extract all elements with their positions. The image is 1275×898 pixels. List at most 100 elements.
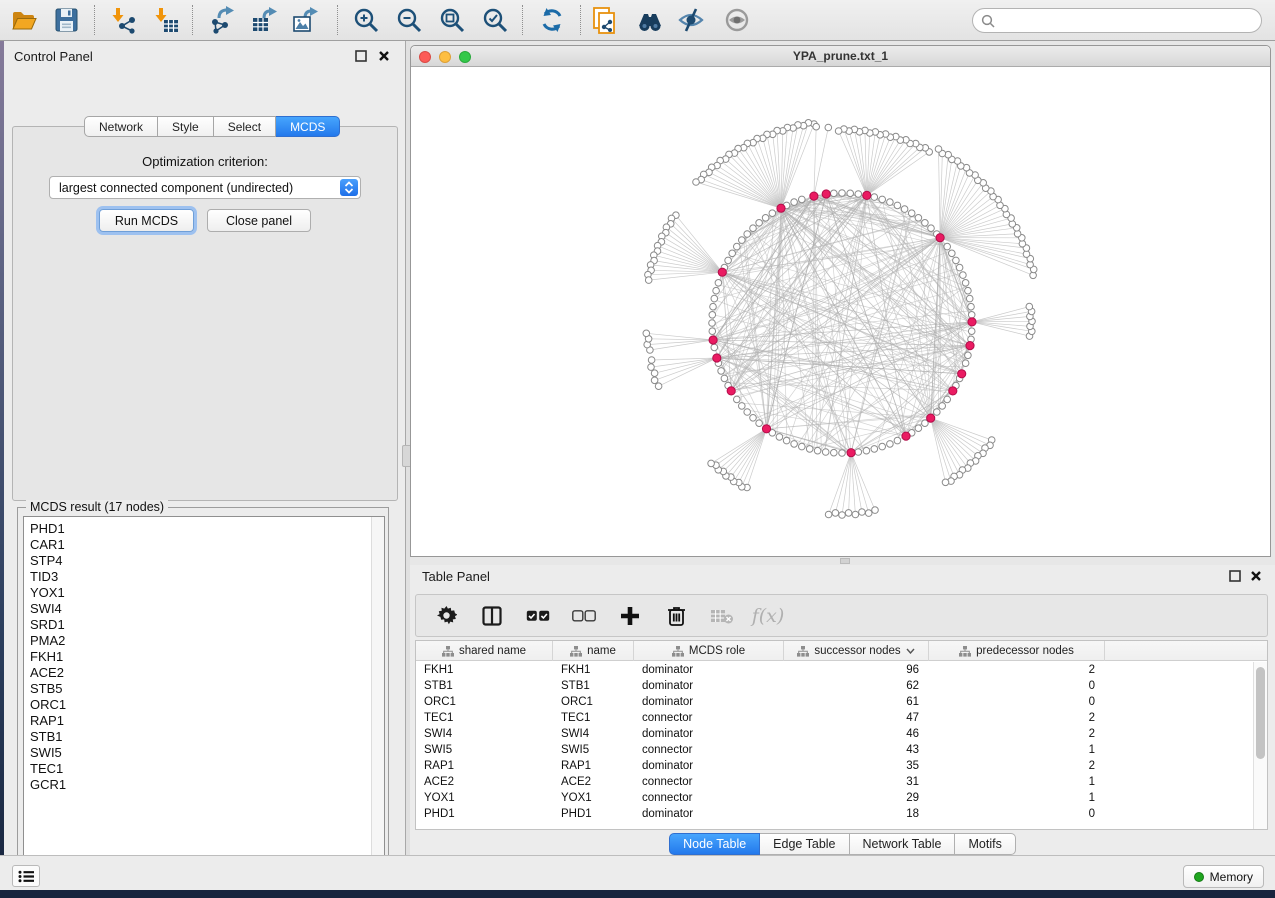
graph-node[interactable] (901, 206, 908, 213)
float-panel-icon[interactable] (1228, 569, 1242, 583)
export-network-icon[interactable] (207, 6, 235, 34)
graph-node[interactable] (776, 434, 783, 441)
table-cell[interactable]: dominator (642, 678, 782, 694)
graph-node[interactable] (710, 303, 717, 310)
table-settings-gear-icon[interactable] (434, 604, 458, 628)
graph-node[interactable] (709, 328, 716, 335)
table-cell[interactable]: 96 (784, 662, 919, 678)
graph-node[interactable] (944, 243, 951, 250)
graph-node[interactable] (806, 446, 813, 453)
graph-mcds-hub-node[interactable] (902, 432, 910, 440)
graph-node[interactable] (915, 215, 922, 222)
graph-node[interactable] (715, 280, 722, 287)
graph-node[interactable] (915, 425, 922, 432)
graph-mcds-hub-node[interactable] (936, 234, 944, 242)
horizontal-splitter[interactable] (410, 557, 1275, 565)
table-cell[interactable]: connector (642, 710, 782, 726)
graph-mcds-hub-node[interactable] (863, 191, 871, 199)
table-cell[interactable]: ORC1 (424, 694, 551, 710)
graph-node[interactable] (944, 396, 951, 403)
table-cell[interactable]: ACE2 (561, 774, 632, 790)
graph-node[interactable] (814, 447, 821, 454)
graph-node[interactable] (831, 190, 838, 197)
graph-leaf-node[interactable] (859, 509, 866, 516)
graph-leaf-node[interactable] (825, 511, 832, 518)
graph-node[interactable] (750, 225, 757, 232)
save-icon[interactable] (52, 6, 80, 34)
hide-selected-eye-slash-icon[interactable] (677, 6, 705, 34)
column-header-successor-nodes[interactable]: successor nodes (784, 641, 929, 661)
graph-leaf-node[interactable] (872, 507, 879, 514)
mcds-result-item[interactable]: PHD1 (30, 521, 66, 537)
graph-leaf-node[interactable] (832, 510, 839, 517)
table-cell[interactable]: 43 (784, 742, 919, 758)
table-cell[interactable]: 1 (929, 774, 1095, 790)
graph-leaf-node[interactable] (825, 124, 832, 131)
graph-node[interactable] (709, 312, 716, 319)
mcds-result-item[interactable]: PMA2 (30, 633, 66, 649)
table-cell[interactable]: dominator (642, 694, 782, 710)
mcds-list-scrollbar[interactable] (371, 517, 384, 873)
export-image-icon[interactable] (291, 6, 319, 34)
optimization-criterion-select[interactable]: largest connected component (undirected) (49, 176, 361, 199)
find-icon[interactable] (636, 6, 664, 34)
mcds-result-item[interactable]: ORC1 (30, 697, 66, 713)
table-cell[interactable]: 0 (929, 806, 1095, 822)
table-cell[interactable]: ACE2 (424, 774, 551, 790)
mcds-result-item[interactable]: SWI5 (30, 745, 66, 761)
table-cell[interactable]: SWI4 (561, 726, 632, 742)
graph-mcds-hub-node[interactable] (958, 370, 966, 378)
graph-leaf-node[interactable] (835, 128, 842, 135)
table-cell[interactable]: 2 (929, 758, 1095, 774)
graph-mcds-hub-node[interactable] (777, 204, 785, 212)
graph-node[interactable] (756, 420, 763, 427)
table-cell[interactable]: connector (642, 774, 782, 790)
table-cell[interactable]: 62 (784, 678, 919, 694)
import-table-icon[interactable] (152, 6, 180, 34)
tab-mcds[interactable]: MCDS (276, 116, 340, 137)
column-header-shared-name[interactable]: shared name (416, 641, 553, 661)
table-cell[interactable]: PHD1 (424, 806, 551, 822)
graph-leaf-node[interactable] (845, 510, 852, 517)
table-cell[interactable]: 2 (929, 710, 1095, 726)
table-cell[interactable]: 0 (929, 694, 1095, 710)
table-cell[interactable]: dominator (642, 806, 782, 822)
graph-mcds-hub-node[interactable] (718, 268, 726, 276)
graph-node[interactable] (791, 199, 798, 206)
task-history-button[interactable] (12, 865, 40, 887)
graph-mcds-hub-node[interactable] (810, 192, 818, 200)
graph-node[interactable] (879, 196, 886, 203)
graph-node[interactable] (968, 328, 975, 335)
graph-node[interactable] (799, 443, 806, 450)
graph-mcds-hub-node[interactable] (727, 387, 735, 395)
graph-node[interactable] (725, 257, 732, 264)
mcds-result-item[interactable]: FKH1 (30, 649, 66, 665)
memory-button[interactable]: Memory (1183, 865, 1264, 888)
graph-leaf-node[interactable] (935, 146, 942, 153)
table-cell[interactable]: 47 (784, 710, 919, 726)
table-cell[interactable]: dominator (642, 726, 782, 742)
graph-node[interactable] (855, 191, 862, 198)
zoom-out-icon[interactable] (395, 6, 423, 34)
table-cell[interactable]: FKH1 (424, 662, 551, 678)
graph-node[interactable] (734, 396, 741, 403)
graph-mcds-hub-node[interactable] (847, 449, 855, 457)
graph-node[interactable] (744, 231, 751, 238)
graph-mcds-hub-node[interactable] (762, 425, 770, 433)
graph-node[interactable] (839, 450, 846, 457)
table-cell[interactable]: 2 (929, 662, 1095, 678)
graph-mcds-hub-node[interactable] (966, 342, 974, 350)
graph-leaf-node[interactable] (651, 377, 658, 384)
graph-leaf-node[interactable] (865, 510, 872, 517)
graph-node[interactable] (956, 264, 963, 271)
mcds-result-item[interactable]: GCR1 (30, 777, 66, 793)
graph-leaf-node[interactable] (813, 123, 820, 130)
table-scrollbar[interactable] (1253, 662, 1267, 830)
table-cell[interactable]: dominator (642, 758, 782, 774)
table-cell[interactable]: 1 (929, 742, 1095, 758)
graph-node[interactable] (750, 415, 757, 422)
select-all-columns-icon[interactable] (526, 604, 550, 628)
graph-mcds-hub-node[interactable] (709, 336, 717, 344)
graph-leaf-node[interactable] (1026, 303, 1033, 310)
mcds-result-item[interactable]: ACE2 (30, 665, 66, 681)
